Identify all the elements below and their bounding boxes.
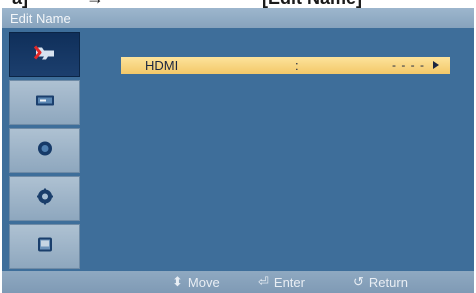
footer-enter: ⏎ Enter <box>258 274 305 290</box>
sidebar-item-input[interactable] <box>9 32 80 77</box>
return-icon: ↺ <box>353 274 364 289</box>
chevron-right-icon <box>433 61 439 69</box>
top-cropped-header: a] → [Edit Name] <box>0 0 476 8</box>
osd-content-panel: HDMI : - - - - <box>80 32 474 271</box>
sidebar-item-picture[interactable] <box>9 80 80 125</box>
footer-return: ↺ Return <box>353 274 408 290</box>
footer-return-label: Return <box>368 274 408 290</box>
input-icon <box>33 44 56 65</box>
sidebar-item-multi-control[interactable] <box>9 224 80 269</box>
header-fragment-right: [Edit Name] <box>262 0 362 8</box>
osd-title-bar: Edit Name <box>2 8 474 28</box>
picture-icon <box>35 93 55 112</box>
header-fragment-left: a] <box>12 0 28 8</box>
menu-row-hdmi[interactable]: HDMI : - - - - <box>121 57 450 74</box>
setup-icon <box>36 187 54 210</box>
header-fragment-arrow: → <box>86 0 104 8</box>
osd-footer: ⬍ Move ⏎ Enter ↺ Return <box>2 271 474 293</box>
osd-screen: Edit Name HDMI: - - - - ⬍ Move ⏎ Enter … <box>2 8 474 293</box>
menu-row-label: HDMI <box>145 58 179 73</box>
sidebar-item-setup[interactable] <box>9 176 80 221</box>
menu-row-colon: : <box>295 58 299 73</box>
multi-control-icon <box>36 235 54 258</box>
sound-icon <box>36 139 54 162</box>
footer-move-label: Move <box>187 274 220 290</box>
footer-move: ⬍ Move <box>172 274 220 290</box>
osd-sidebar <box>9 32 80 271</box>
sidebar-item-sound[interactable] <box>9 128 80 173</box>
updown-icon: ⬍ <box>172 274 183 289</box>
footer-enter-label: Enter <box>273 274 305 290</box>
osd-title: Edit Name <box>10 11 71 26</box>
enter-icon: ⏎ <box>258 274 269 289</box>
menu-row-value: - - - - <box>392 58 425 72</box>
